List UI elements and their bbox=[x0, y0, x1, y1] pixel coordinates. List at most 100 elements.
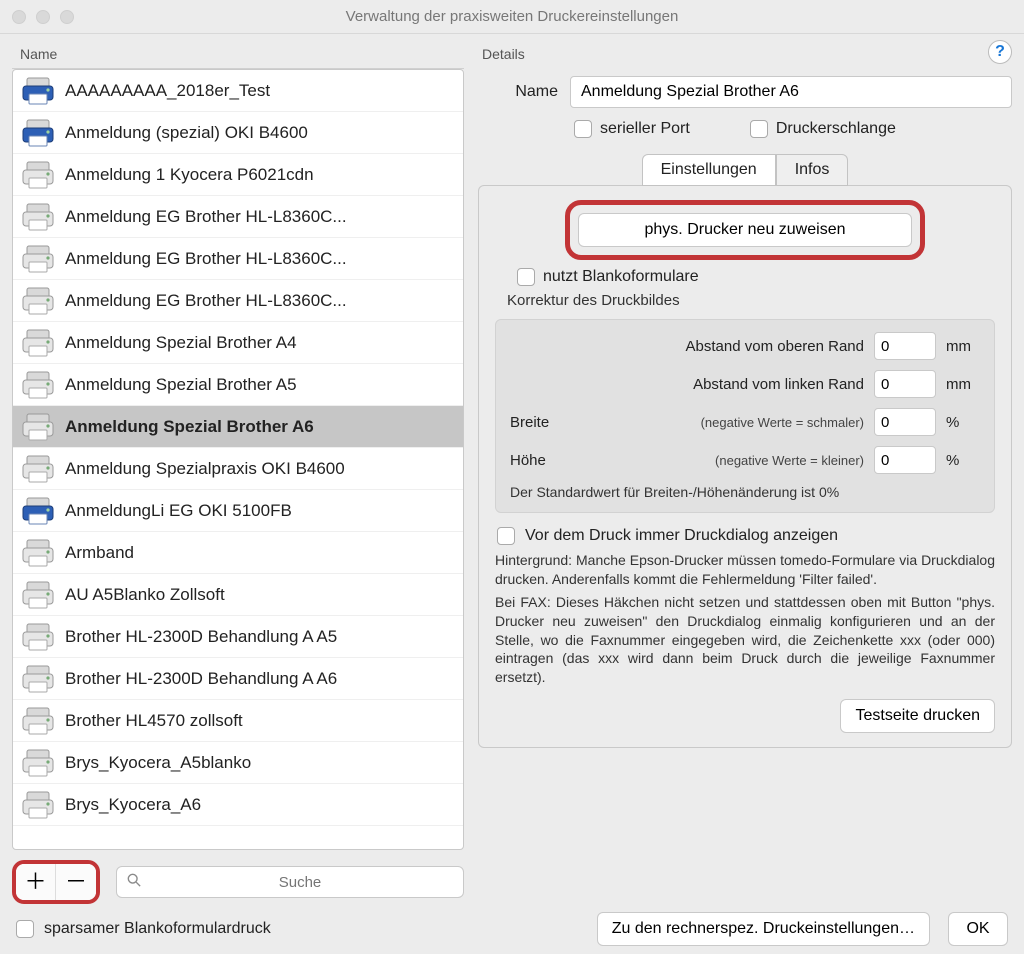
left-margin-label: Abstand vom linken Rand bbox=[510, 376, 864, 393]
printer-icon bbox=[21, 244, 55, 274]
printer-icon bbox=[21, 538, 55, 568]
printer-queue-label: Druckerschlange bbox=[776, 120, 896, 138]
search-icon bbox=[127, 873, 141, 891]
list-item[interactable]: Anmeldung Spezial Brother A4 bbox=[13, 322, 463, 364]
search-input[interactable] bbox=[147, 873, 453, 892]
height-note: (negative Werte = kleiner) bbox=[570, 453, 864, 468]
serial-port-label: serieller Port bbox=[600, 120, 690, 138]
list-item[interactable]: Brother HL-2300D Behandlung A A6 bbox=[13, 658, 463, 700]
list-item-label: Armband bbox=[65, 543, 134, 563]
printer-icon bbox=[21, 496, 55, 526]
list-item[interactable]: Brys_Kyocera_A6 bbox=[13, 784, 463, 826]
ok-button[interactable]: OK bbox=[948, 912, 1008, 946]
uses-blank-forms-checkbox[interactable] bbox=[517, 268, 535, 286]
tab-settings[interactable]: Einstellungen bbox=[642, 154, 776, 186]
printer-icon bbox=[21, 580, 55, 610]
minimize-icon[interactable] bbox=[36, 10, 50, 24]
printer-icon bbox=[21, 202, 55, 232]
list-item[interactable]: Anmeldung 1 Kyocera P6021cdn bbox=[13, 154, 463, 196]
titlebar: Verwaltung der praxisweiten Druckereinst… bbox=[0, 0, 1024, 34]
width-field[interactable] bbox=[874, 408, 936, 436]
show-print-dialog-checkbox[interactable] bbox=[497, 527, 515, 545]
list-item[interactable]: Armband bbox=[13, 532, 463, 574]
list-item-label: Brother HL-2300D Behandlung A A5 bbox=[65, 627, 337, 647]
show-print-dialog-label: Vor dem Druck immer Druckdialog anzeigen bbox=[525, 527, 838, 545]
list-item-label: Anmeldung EG Brother HL-L8360C... bbox=[65, 291, 347, 311]
top-margin-field[interactable] bbox=[874, 332, 936, 360]
list-item-label: Anmeldung EG Brother HL-L8360C... bbox=[65, 207, 347, 227]
printer-list[interactable]: AAAAAAAAA_2018er_Test Anmeldung (spezial)… bbox=[13, 70, 463, 849]
printer-icon bbox=[21, 622, 55, 652]
name-field[interactable] bbox=[570, 76, 1012, 108]
help-button[interactable]: ? bbox=[988, 40, 1012, 64]
assign-highlight: phys. Drucker neu zuweisen bbox=[565, 200, 925, 260]
search-field-wrap[interactable] bbox=[116, 866, 464, 898]
unit-pct2: % bbox=[946, 452, 980, 469]
sparsam-label: sparsamer Blankoformulardruck bbox=[44, 920, 271, 938]
remove-button[interactable]: － bbox=[56, 864, 96, 900]
list-item-label: Anmeldung Spezial Brother A5 bbox=[65, 375, 297, 395]
printer-icon bbox=[21, 748, 55, 778]
printer-icon bbox=[21, 328, 55, 358]
to-machine-settings-button[interactable]: Zu den rechnerspez. Druckeinstellungen… bbox=[597, 912, 930, 946]
list-item-label: Anmeldung (spezial) OKI B4600 bbox=[65, 123, 308, 143]
printer-icon bbox=[21, 412, 55, 442]
height-field[interactable] bbox=[874, 446, 936, 474]
printer-icon bbox=[21, 160, 55, 190]
help-text-2: Bei FAX: Dieses Häkchen nicht setzen und… bbox=[495, 593, 995, 687]
printer-icon bbox=[21, 286, 55, 316]
list-item[interactable]: Brother HL-2300D Behandlung A A5 bbox=[13, 616, 463, 658]
printer-icon bbox=[21, 76, 55, 106]
printer-icon bbox=[21, 664, 55, 694]
width-label: Breite bbox=[510, 414, 560, 431]
list-item[interactable]: Anmeldung Spezial Brother A6 bbox=[13, 406, 463, 448]
list-item[interactable]: Anmeldung EG Brother HL-L8360C... bbox=[13, 280, 463, 322]
assign-physical-printer-button[interactable]: phys. Drucker neu zuweisen bbox=[578, 213, 912, 247]
list-item[interactable]: Anmeldung EG Brother HL-L8360C... bbox=[13, 196, 463, 238]
printer-queue-checkbox[interactable] bbox=[750, 120, 768, 138]
list-item-label: AAAAAAAAA_2018er_Test bbox=[65, 81, 270, 101]
zoom-icon[interactable] bbox=[60, 10, 74, 24]
list-item-label: Anmeldung Spezialpraxis OKI B4600 bbox=[65, 459, 345, 479]
close-icon[interactable] bbox=[12, 10, 26, 24]
list-item-label: Anmeldung 1 Kyocera P6021cdn bbox=[65, 165, 314, 185]
height-label: Höhe bbox=[510, 452, 560, 469]
unit-mm2: mm bbox=[946, 376, 980, 393]
serial-port-checkbox[interactable] bbox=[574, 120, 592, 138]
left-margin-field[interactable] bbox=[874, 370, 936, 398]
printer-icon bbox=[21, 790, 55, 820]
unit-pct: % bbox=[946, 414, 980, 431]
name-label: Name bbox=[478, 83, 558, 101]
width-note: (negative Werte = schmaler) bbox=[570, 415, 864, 430]
tab-infos[interactable]: Infos bbox=[776, 154, 849, 186]
window-title: Verwaltung der praxisweiten Druckereinst… bbox=[346, 8, 679, 25]
list-item[interactable]: Anmeldung EG Brother HL-L8360C... bbox=[13, 238, 463, 280]
details-header: Details bbox=[478, 46, 1012, 62]
sparsam-checkbox[interactable] bbox=[16, 920, 34, 938]
list-item[interactable]: Anmeldung (spezial) OKI B4600 bbox=[13, 112, 463, 154]
list-item-label: Brother HL-2300D Behandlung A A6 bbox=[65, 669, 337, 689]
printer-icon bbox=[21, 706, 55, 736]
list-item-label: Anmeldung EG Brother HL-L8360C... bbox=[65, 249, 347, 269]
list-item[interactable]: AnmeldungLi EG OKI 5100FB bbox=[13, 490, 463, 532]
list-item[interactable]: Anmeldung Spezial Brother A5 bbox=[13, 364, 463, 406]
correction-label: Korrektur des Druckbildes bbox=[507, 292, 995, 309]
column-header-name[interactable]: Name bbox=[12, 42, 464, 69]
correction-panel: Abstand vom oberen Rand mm Abstand vom l… bbox=[495, 319, 995, 513]
add-remove-controls: ＋ － bbox=[12, 860, 100, 904]
list-item[interactable]: AAAAAAAAA_2018er_Test bbox=[13, 70, 463, 112]
uses-blank-forms-label: nutzt Blankoformulare bbox=[543, 268, 699, 286]
testpage-button[interactable]: Testseite drucken bbox=[840, 699, 995, 733]
add-button[interactable]: ＋ bbox=[16, 864, 56, 900]
list-item[interactable]: AU A5Blanko Zollsoft bbox=[13, 574, 463, 616]
unit-mm: mm bbox=[946, 338, 980, 355]
help-text-1: Hintergrund: Manche Epson-Drucker müssen… bbox=[495, 551, 995, 589]
list-item-label: AU A5Blanko Zollsoft bbox=[65, 585, 225, 605]
tab-panel-settings: phys. Drucker neu zuweisen nutzt Blankof… bbox=[478, 185, 1012, 748]
bottom-bar: sparsamer Blankoformulardruck Zu den rec… bbox=[0, 904, 1024, 954]
list-item[interactable]: Brother HL4570 zollsoft bbox=[13, 700, 463, 742]
list-item[interactable]: Anmeldung Spezialpraxis OKI B4600 bbox=[13, 448, 463, 490]
list-item-label: Brys_Kyocera_A6 bbox=[65, 795, 201, 815]
list-item-label: Brother HL4570 zollsoft bbox=[65, 711, 243, 731]
list-item[interactable]: Brys_Kyocera_A5blanko bbox=[13, 742, 463, 784]
